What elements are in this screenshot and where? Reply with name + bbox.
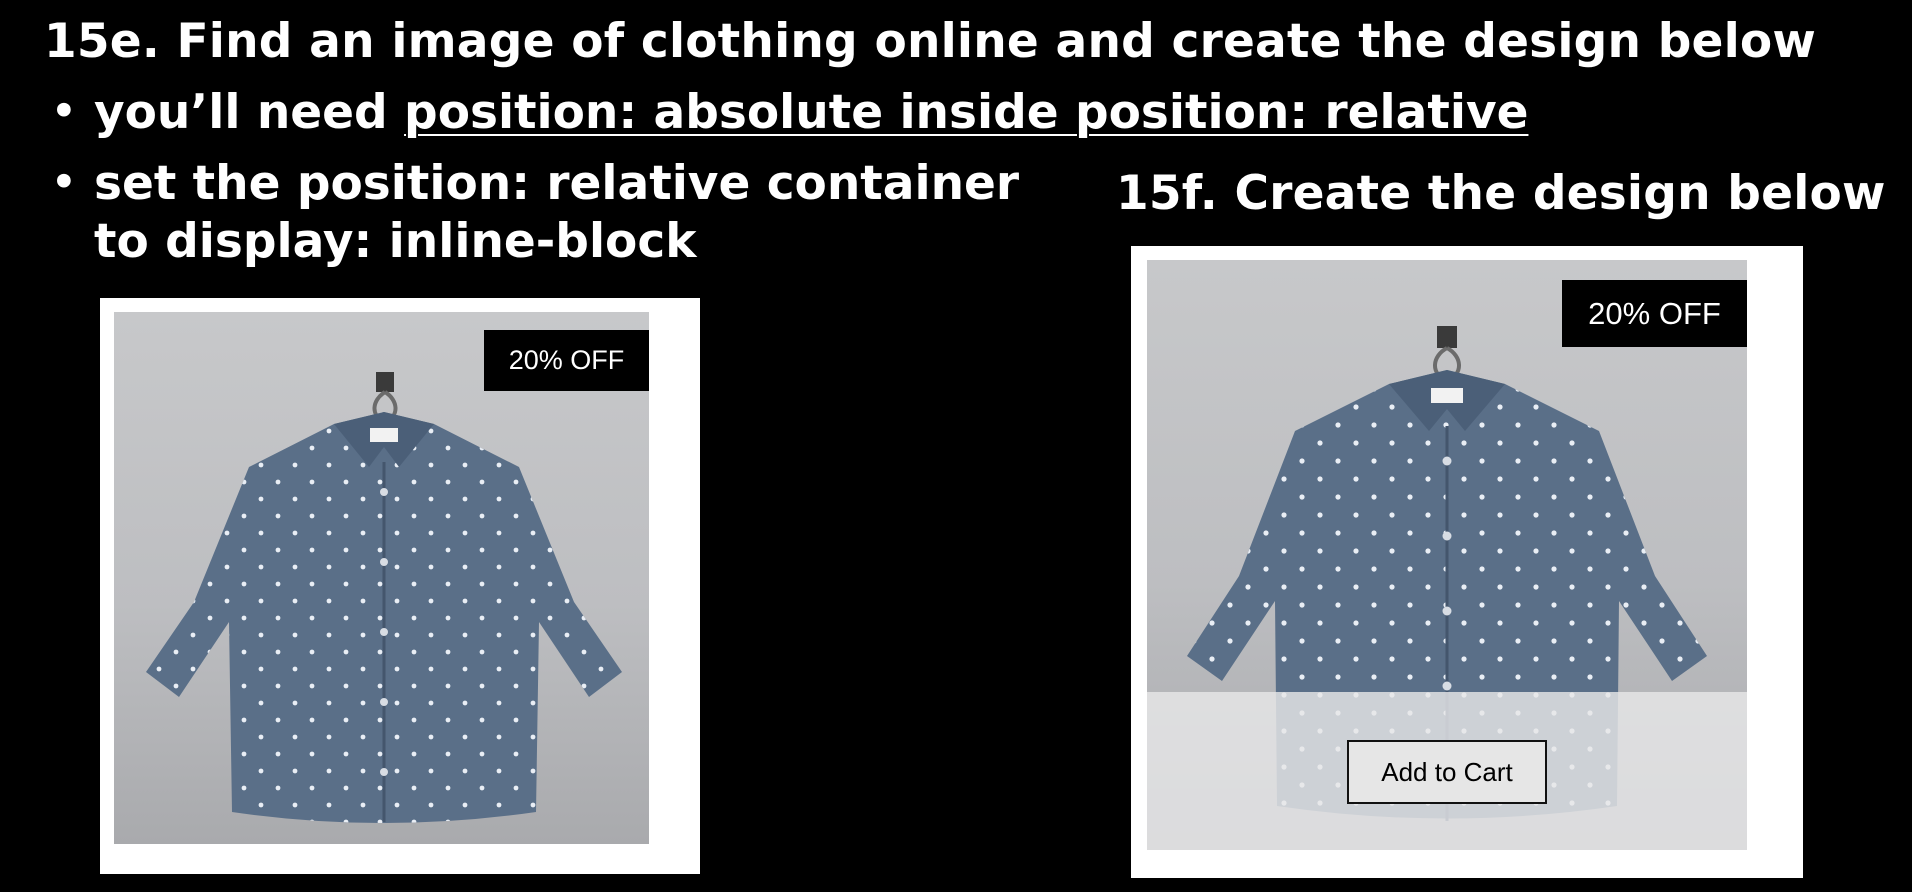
bullet-1-prefix: you’ll need <box>94 85 405 140</box>
bullet-marker: • <box>50 155 78 210</box>
cart-overlay: Add to Cart <box>1147 692 1747 850</box>
product-image-container: 20% OFF Add to Cart <box>1147 260 1747 850</box>
bullet-marker: • <box>50 84 78 139</box>
bullet-2-line-2: to display: inline-block <box>94 214 697 269</box>
shirt-image <box>134 372 634 832</box>
discount-badge: 20% OFF <box>484 330 649 391</box>
discount-badge: 20% OFF <box>1562 280 1747 347</box>
exercise-15e-heading: 15e. Find an image of clothing online an… <box>44 14 1817 69</box>
bullet-1-emphasis: position: absolute inside position: rela… <box>404 85 1529 140</box>
bullet-2-line-1: set the position: relative container <box>94 156 1020 211</box>
bullet-2: set the position: relative container to … <box>94 155 1019 271</box>
shirt-illustration <box>146 372 622 823</box>
add-to-cart-button[interactable]: Add to Cart <box>1347 740 1547 804</box>
product-card-f: 20% OFF Add to Cart <box>1131 246 1803 878</box>
exercise-15f-heading: 15f. Create the design below <box>1116 166 1886 221</box>
bullet-1: you’ll need position: absolute inside po… <box>94 84 1528 142</box>
product-image-container: 20% OFF <box>114 312 649 844</box>
product-card-e: 20% OFF <box>100 298 700 874</box>
